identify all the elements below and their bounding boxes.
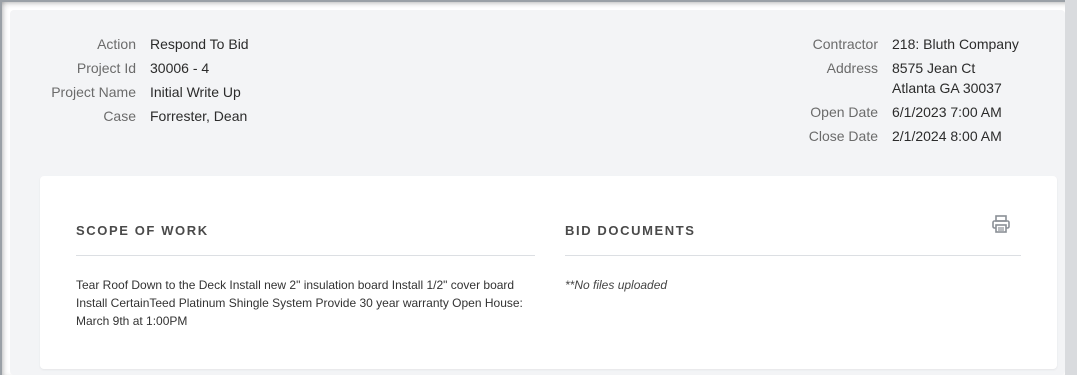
window-right-edge [1065, 0, 1077, 375]
address-line-1: 8575 Jean Ct [892, 60, 976, 76]
bid-details-card: SCOPE OF WORK Tear Roof Down to the Deck… [40, 176, 1057, 369]
info-row-action: Action Respond To Bid [10, 34, 249, 54]
action-value: Respond To Bid [150, 36, 249, 52]
info-row-project-name: Project Name Initial Write Up [10, 82, 249, 102]
address-label: Address [826, 60, 878, 76]
case-label: Case [103, 108, 136, 124]
scope-of-work-text: Tear Roof Down to the Deck Install new 2… [76, 278, 523, 328]
bid-documents-title: BID DOCUMENTS [565, 220, 1021, 256]
printer-icon[interactable] [991, 214, 1011, 234]
contractor-label: Contractor [812, 36, 878, 52]
scope-of-work-section: SCOPE OF WORK Tear Roof Down to the Deck… [76, 220, 535, 330]
close-date-label: Close Date [808, 128, 878, 144]
address-value: 8575 Jean Ct Atlanta GA 30037 [892, 58, 1002, 98]
action-label: Action [97, 36, 136, 52]
close-date-value: 2/1/2024 8:00 AM [892, 128, 1002, 144]
no-files-message: **No files uploaded [565, 278, 668, 292]
open-date-value: 6/1/2023 7:00 AM [892, 104, 1002, 120]
project-name-value: Initial Write Up [150, 84, 241, 100]
info-row-open-date: Open Date 6/1/2023 7:00 AM [780, 102, 1019, 122]
case-value: Forrester, Dean [150, 108, 248, 124]
project-info-panel: Action Respond To Bid Project Id 30006 -… [10, 34, 249, 130]
info-row-address: Address 8575 Jean Ct Atlanta GA 30037 [780, 58, 1019, 98]
info-row-close-date: Close Date 2/1/2024 8:00 AM [780, 126, 1019, 146]
project-id-label: Project Id [76, 60, 136, 76]
bid-documents-section: BID DOCUMENTS **No files uploaded [565, 220, 1021, 294]
project-name-label: Project Name [51, 84, 136, 100]
info-row-case: Case Forrester, Dean [10, 106, 249, 126]
info-row-project-id: Project Id 30006 - 4 [10, 58, 249, 78]
contractor-info-panel: Contractor 218: Bluth Company Address 85… [780, 34, 1019, 150]
contractor-value: 218: Bluth Company [892, 36, 1019, 52]
open-date-label: Open Date [810, 104, 878, 120]
scope-of-work-title: SCOPE OF WORK [76, 220, 535, 256]
bid-response-page: Action Respond To Bid Project Id 30006 -… [10, 10, 1065, 375]
info-row-contractor: Contractor 218: Bluth Company [780, 34, 1019, 54]
address-line-2: Atlanta GA 30037 [892, 80, 1002, 96]
project-id-value: 30006 - 4 [150, 60, 210, 76]
